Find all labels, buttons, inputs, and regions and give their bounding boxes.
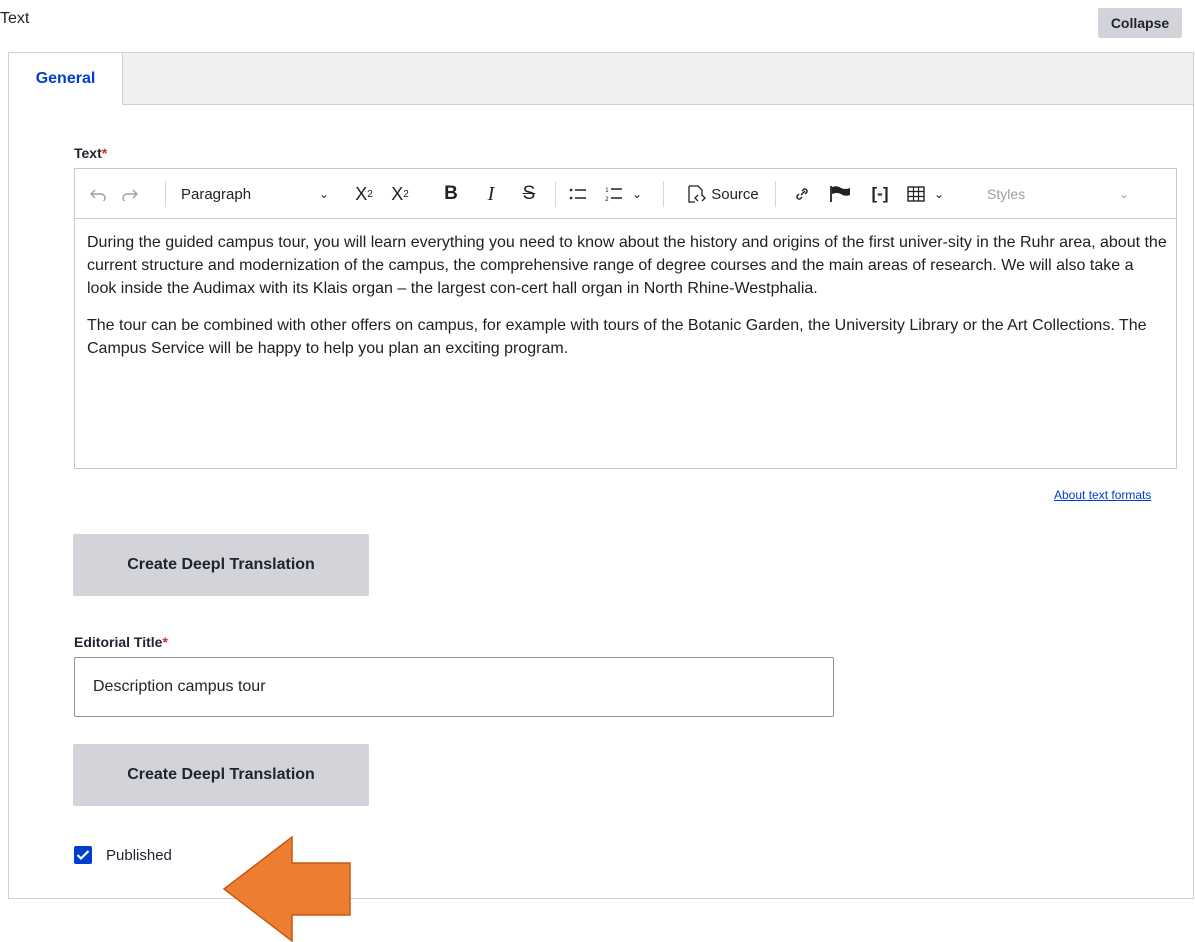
checkmark-icon xyxy=(76,850,90,861)
bold-icon[interactable]: B xyxy=(437,169,465,219)
toolbar-separator xyxy=(165,181,166,207)
paragraph-text: During the guided campus tour, you will … xyxy=(87,234,1167,297)
strikethrough-icon[interactable]: S xyxy=(515,169,543,219)
text-label: Text xyxy=(74,145,102,161)
chevron-down-icon: ⌄ xyxy=(318,187,329,201)
superscript-icon[interactable]: X2 xyxy=(347,169,381,219)
required-mark: * xyxy=(162,634,168,650)
redo-icon[interactable] xyxy=(115,169,145,219)
tab-bar: General xyxy=(9,53,1193,105)
toolbar-separator xyxy=(663,181,664,207)
bracket-icon[interactable]: [-] xyxy=(865,169,895,219)
create-deepl-translation-button[interactable]: Create Deepl Translation xyxy=(73,534,369,596)
editor-toolbar: Paragraph ⌄ X2 X2 B I S 12 ⌄ Source [-] … xyxy=(75,169,1176,219)
create-deepl-translation-button[interactable]: Create Deepl Translation xyxy=(73,744,369,806)
numbered-list-icon[interactable]: 12 xyxy=(599,169,629,219)
text-field-label: Text* xyxy=(74,145,107,161)
paragraph-select[interactable]: Paragraph ⌄ xyxy=(171,169,343,219)
paragraph-panel: General Text* Paragraph ⌄ X2 X2 B I S 1 … xyxy=(8,52,1194,942)
table-icon[interactable] xyxy=(901,169,931,219)
undo-icon[interactable] xyxy=(83,169,113,219)
editorial-title-label: Editorial Title* xyxy=(74,634,168,650)
chevron-down-icon[interactable]: ⌄ xyxy=(627,169,647,219)
svg-text:2: 2 xyxy=(605,196,609,202)
toolbar-separator xyxy=(775,181,776,207)
svg-text:1: 1 xyxy=(605,187,609,194)
link-icon[interactable] xyxy=(787,169,817,219)
bulleted-list-icon[interactable] xyxy=(563,169,593,219)
published-checkbox-row[interactable]: Published xyxy=(74,846,172,864)
chevron-down-icon[interactable]: ⌄ xyxy=(929,169,949,219)
about-text-formats-link[interactable]: About text formats xyxy=(1054,488,1151,502)
chevron-down-icon: ⌄ xyxy=(1118,187,1129,201)
collapse-button[interactable]: Collapse xyxy=(1098,8,1182,38)
subscript-icon[interactable]: X2 xyxy=(383,169,417,219)
section-title: Text xyxy=(0,10,30,27)
editor-content[interactable]: During the guided campus tour, you will … xyxy=(87,231,1167,374)
paragraph-select-label: Paragraph xyxy=(181,185,252,203)
styles-select-label: Styles xyxy=(987,186,1026,202)
italic-icon[interactable]: I xyxy=(477,169,505,219)
annotation-arrow-icon xyxy=(222,836,351,942)
rich-text-editor: Paragraph ⌄ X2 X2 B I S 12 ⌄ Source [-] … xyxy=(74,168,1177,469)
source-button[interactable]: Source xyxy=(675,169,769,219)
styles-select[interactable]: Styles ⌄ xyxy=(979,169,1159,219)
published-checkbox[interactable] xyxy=(74,846,92,864)
paragraph-text: The tour can be combined with other offe… xyxy=(87,317,1147,357)
source-icon xyxy=(688,185,707,203)
flag-icon[interactable] xyxy=(823,169,857,219)
required-mark: * xyxy=(101,145,108,161)
tab-general[interactable]: General xyxy=(9,53,123,105)
source-label: Source xyxy=(711,185,759,203)
editorial-title-input[interactable] xyxy=(74,657,834,717)
toolbar-separator xyxy=(555,181,556,207)
editorial-title-text: Editorial Title xyxy=(74,634,163,650)
published-label: Published xyxy=(106,846,172,864)
